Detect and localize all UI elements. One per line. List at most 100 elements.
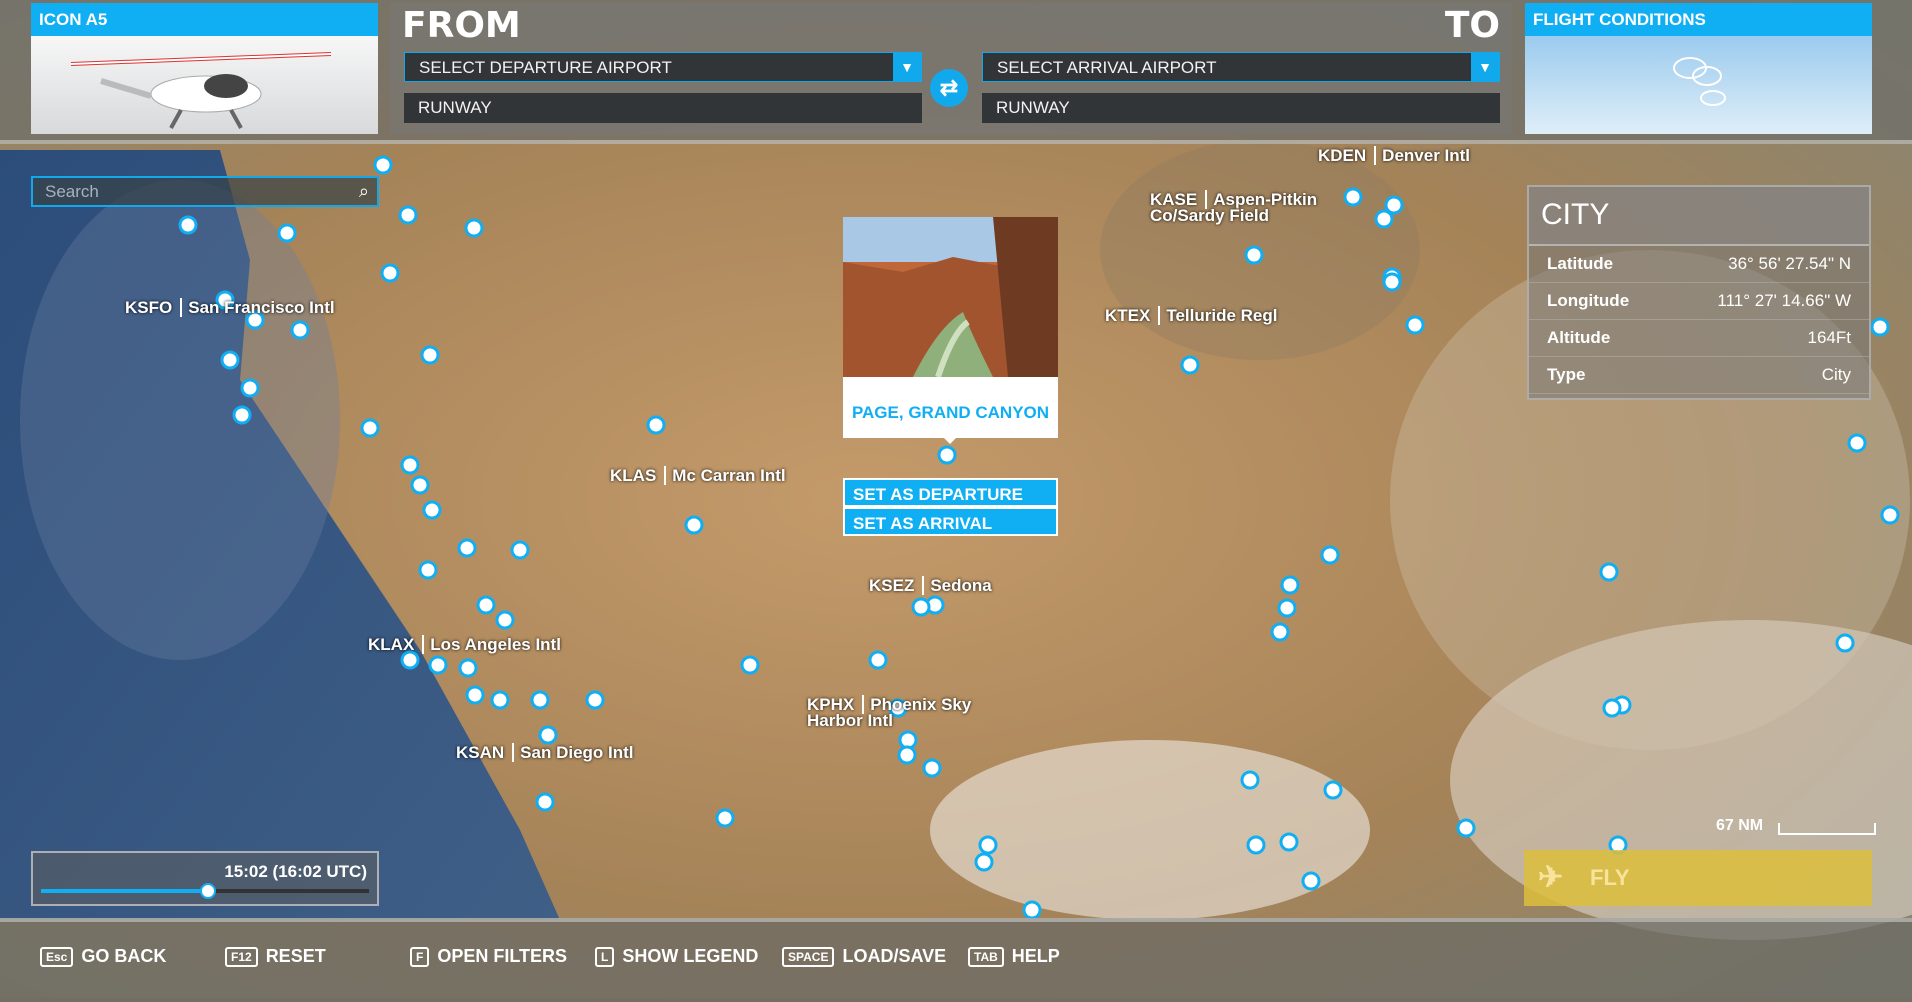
airport-pin[interactable] [1270, 622, 1290, 642]
airport-pin[interactable] [418, 560, 438, 580]
key-hint: F [410, 946, 430, 967]
airport-pin[interactable] [1022, 900, 1042, 920]
set-as-departure-button[interactable]: SET AS DEPARTURE [843, 478, 1058, 507]
chevron-down-icon[interactable]: ▼ [893, 53, 921, 81]
airport-pin[interactable] [1279, 832, 1299, 852]
airport-label-kase[interactable]: KASE Aspen-Pitkin Co/Sardy Field [1150, 190, 1350, 225]
longitude-row: Longitude 111° 27' 14.66" W [1529, 283, 1869, 320]
airport-pin[interactable] [740, 655, 760, 675]
key-hint: TAB [968, 946, 1004, 967]
load-save-button[interactable]: SPACE LOAD/SAVE [782, 946, 946, 967]
airport-pin[interactable] [422, 500, 442, 520]
help-button[interactable]: TAB HELP [968, 946, 1060, 967]
airport-pin[interactable] [178, 215, 198, 235]
swap-airports-button[interactable]: ⇄ [930, 69, 968, 107]
poi-popup[interactable]: PAGE, GRAND CANYON [843, 217, 1058, 438]
airport-label-ksan[interactable]: KSAN San Diego Intl [456, 743, 634, 763]
top-divider [0, 140, 1912, 144]
airport-pin[interactable] [1835, 633, 1855, 653]
airport-pin[interactable] [897, 745, 917, 765]
airport-pin[interactable] [1180, 355, 1200, 375]
airport-pin[interactable] [495, 610, 515, 630]
airport-pin[interactable] [1847, 433, 1867, 453]
airport-pin[interactable] [277, 223, 297, 243]
airport-pin[interactable] [510, 540, 530, 560]
airport-pin[interactable] [646, 415, 666, 435]
airport-pin[interactable] [1320, 545, 1340, 565]
airport-pin[interactable] [1880, 505, 1900, 525]
airport-pin[interactable] [1244, 245, 1264, 265]
airport-pin[interactable] [1240, 770, 1260, 790]
airport-pin[interactable] [1456, 818, 1476, 838]
airport-pin[interactable] [373, 155, 393, 175]
slider-handle[interactable] [200, 883, 217, 899]
departure-airport-select[interactable]: SELECT DEPARTURE AIRPORT ▼ [404, 52, 922, 82]
arrival-airport-select[interactable]: SELECT ARRIVAL AIRPORT ▼ [982, 52, 1500, 82]
open-filters-button[interactable]: F OPEN FILTERS [410, 946, 567, 967]
airport-pin[interactable] [1599, 562, 1619, 582]
fly-button[interactable]: ✈ FLY [1524, 850, 1872, 906]
chevron-down-icon[interactable]: ▼ [1471, 53, 1499, 81]
airport-pin[interactable] [1382, 272, 1402, 292]
aircraft-panel[interactable]: ICON A5 [31, 3, 378, 134]
airport-pin[interactable] [1323, 780, 1343, 800]
airport-code: KSFO [125, 298, 173, 317]
airport-pin[interactable] [490, 690, 510, 710]
airport-label-ktex[interactable]: KTEX Telluride Regl [1105, 306, 1278, 326]
airport-pin[interactable] [290, 320, 310, 340]
airport-pin[interactable] [1602, 698, 1622, 718]
airport-pin[interactable] [476, 595, 496, 615]
airport-label-ksez[interactable]: KSEZ Sedona [869, 576, 992, 596]
airport-pin[interactable] [538, 725, 558, 745]
airport-pin[interactable] [1280, 575, 1300, 595]
slider-track[interactable] [41, 883, 369, 899]
airport-label-klas[interactable]: KLAS Mc Carran Intl [610, 466, 786, 486]
departure-runway-select[interactable]: RUNWAY [404, 93, 922, 123]
airport-label-kphx[interactable]: KPHX Phoenix Sky Harbor Intl [807, 695, 997, 730]
airport-pin[interactable] [715, 808, 735, 828]
airport-pin[interactable] [240, 378, 260, 398]
airport-pin[interactable] [428, 655, 448, 675]
airport-pin[interactable] [457, 538, 477, 558]
airport-pin[interactable] [220, 350, 240, 370]
airport-pin[interactable] [232, 405, 252, 425]
airport-pin[interactable] [922, 758, 942, 778]
airport-pin[interactable] [535, 792, 555, 812]
time-of-day-slider[interactable]: 15:02 (16:02 UTC) [31, 851, 379, 906]
airport-pin[interactable] [410, 475, 430, 495]
airport-pin[interactable] [398, 205, 418, 225]
reset-button[interactable]: F12 RESET [225, 946, 326, 967]
set-as-arrival-button[interactable]: SET AS ARRIVAL [843, 507, 1058, 536]
airport-label-ksfo[interactable]: KSFO San Francisco Intl [125, 298, 335, 318]
airport-pin[interactable] [868, 650, 888, 670]
airport-pin[interactable] [1870, 317, 1890, 337]
flight-conditions-panel[interactable]: FLIGHT CONDITIONS [1525, 3, 1872, 134]
airport-pin[interactable] [1374, 209, 1394, 229]
airport-label-klax[interactable]: KLAX Los Angeles Intl [368, 635, 561, 655]
airport-pin[interactable] [360, 418, 380, 438]
airport-pin[interactable] [400, 455, 420, 475]
airport-pin[interactable] [937, 445, 957, 465]
airport-pin[interactable] [1405, 315, 1425, 335]
arrival-select-label: SELECT ARRIVAL AIRPORT [997, 58, 1217, 77]
airport-pin[interactable] [1277, 598, 1297, 618]
airport-pin[interactable] [530, 690, 550, 710]
airport-pin[interactable] [585, 690, 605, 710]
airport-pin[interactable] [1246, 835, 1266, 855]
airport-pin[interactable] [1301, 871, 1321, 891]
airport-pin[interactable] [974, 852, 994, 872]
airport-pin[interactable] [420, 345, 440, 365]
airport-label-kden[interactable]: KDEN Denver Intl [1318, 146, 1471, 166]
airport-pin[interactable] [464, 218, 484, 238]
row-value: City [1821, 365, 1851, 384]
airport-pin[interactable] [978, 835, 998, 855]
show-legend-button[interactable]: L SHOW LEGEND [595, 946, 758, 967]
arrival-runway-select[interactable]: RUNWAY [982, 93, 1500, 123]
airport-pin[interactable] [911, 597, 931, 617]
airport-pin[interactable] [684, 515, 704, 535]
search-input[interactable]: Search ⌕ [31, 176, 379, 207]
airport-pin[interactable] [380, 263, 400, 283]
go-back-button[interactable]: Esc GO BACK [40, 946, 166, 967]
airport-pin[interactable] [465, 685, 485, 705]
airport-pin[interactable] [458, 658, 478, 678]
